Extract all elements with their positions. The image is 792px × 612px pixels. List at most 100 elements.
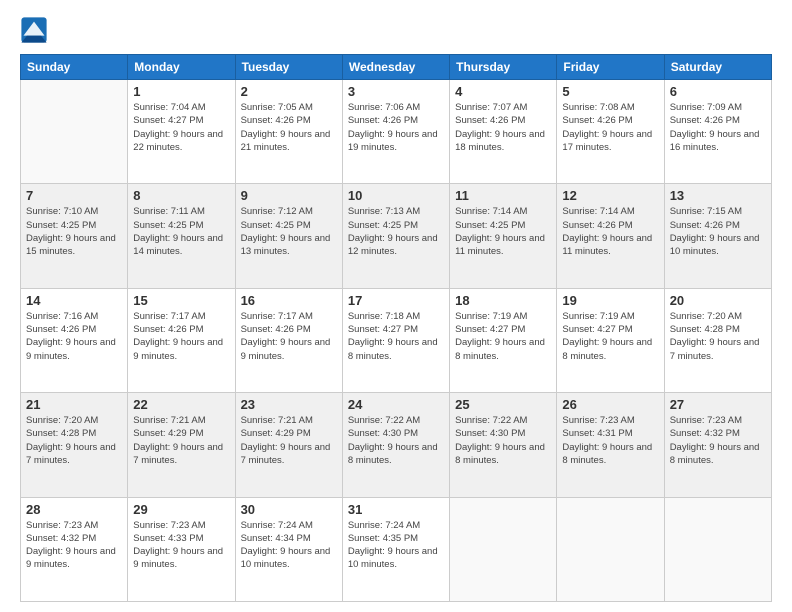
calendar-day-cell: 11Sunrise: 7:14 AMSunset: 4:25 PMDayligh… bbox=[450, 184, 557, 288]
day-info: Sunrise: 7:14 AMSunset: 4:26 PMDaylight:… bbox=[562, 205, 658, 258]
weekday-header: Thursday bbox=[450, 55, 557, 80]
day-info: Sunrise: 7:16 AMSunset: 4:26 PMDaylight:… bbox=[26, 310, 122, 363]
weekday-row: SundayMondayTuesdayWednesdayThursdayFrid… bbox=[21, 55, 772, 80]
calendar-day-cell: 25 Sunrise: 7:22 AMSunset: 4:30 PMDayligh… bbox=[450, 393, 557, 497]
day-number: 9 bbox=[241, 188, 337, 203]
calendar-day-cell: 10 Sunrise: 7:13 AMSunset: 4:25 PMDayligh… bbox=[342, 184, 449, 288]
day-info: Sunrise: 7:12 AMSunset: 4:25 PMDaylight:… bbox=[241, 205, 337, 258]
day-number: 2 bbox=[241, 84, 337, 99]
calendar-day-cell: 27 Sunrise: 7:23 AMSunset: 4:32 PMDayligh… bbox=[664, 393, 771, 497]
day-number: 5 bbox=[562, 84, 658, 99]
calendar-day-cell: 28 Sunrise: 7:23 AMSunset: 4:32 PMDayligh… bbox=[21, 497, 128, 601]
day-number: 29 bbox=[133, 502, 229, 517]
calendar-week-row: 7 Sunrise: 7:10 AMSunset: 4:25 PMDaylight… bbox=[21, 184, 772, 288]
calendar-day-cell: 15 Sunrise: 7:17 AMSunset: 4:26 PMDayligh… bbox=[128, 288, 235, 392]
day-number: 8 bbox=[133, 188, 229, 203]
calendar-day-cell: 17 Sunrise: 7:18 AMSunset: 4:27 PMDayligh… bbox=[342, 288, 449, 392]
day-info: Sunrise: 7:23 AMSunset: 4:33 PMDaylight:… bbox=[133, 519, 229, 572]
calendar-day-cell: 4 Sunrise: 7:07 AMSunset: 4:26 PMDaylight… bbox=[450, 80, 557, 184]
day-info: Sunrise: 7:05 AMSunset: 4:26 PMDaylight:… bbox=[241, 101, 337, 154]
day-info: Sunrise: 7:22 AMSunset: 4:30 PMDaylight:… bbox=[348, 414, 444, 467]
day-number: 23 bbox=[241, 397, 337, 412]
logo-icon bbox=[20, 16, 48, 44]
day-number: 28 bbox=[26, 502, 122, 517]
day-number: 24 bbox=[348, 397, 444, 412]
day-info: Sunrise: 7:23 AMSunset: 4:32 PMDaylight:… bbox=[670, 414, 766, 467]
day-number: 19 bbox=[562, 293, 658, 308]
day-info: Sunrise: 7:18 AMSunset: 4:27 PMDaylight:… bbox=[348, 310, 444, 363]
calendar-day-cell: 20Sunrise: 7:20 AMSunset: 4:28 PMDayligh… bbox=[664, 288, 771, 392]
day-info: Sunrise: 7:23 AMSunset: 4:32 PMDaylight:… bbox=[26, 519, 122, 572]
day-info: Sunrise: 7:15 AMSunset: 4:26 PMDaylight:… bbox=[670, 205, 766, 258]
weekday-header: Tuesday bbox=[235, 55, 342, 80]
calendar-day-cell: 8 Sunrise: 7:11 AMSunset: 4:25 PMDaylight… bbox=[128, 184, 235, 288]
day-number: 25 bbox=[455, 397, 551, 412]
day-info: Sunrise: 7:19 AMSunset: 4:27 PMDaylight:… bbox=[455, 310, 551, 363]
day-info: Sunrise: 7:10 AMSunset: 4:25 PMDaylight:… bbox=[26, 205, 122, 258]
calendar-day-cell: 19 Sunrise: 7:19 AMSunset: 4:27 PMDayligh… bbox=[557, 288, 664, 392]
weekday-header: Saturday bbox=[664, 55, 771, 80]
calendar-day-cell: 13Sunrise: 7:15 AMSunset: 4:26 PMDayligh… bbox=[664, 184, 771, 288]
calendar-day-cell: 5 Sunrise: 7:08 AMSunset: 4:26 PMDaylight… bbox=[557, 80, 664, 184]
weekday-header: Monday bbox=[128, 55, 235, 80]
day-info: Sunrise: 7:21 AMSunset: 4:29 PMDaylight:… bbox=[133, 414, 229, 467]
weekday-header: Friday bbox=[557, 55, 664, 80]
day-info: Sunrise: 7:22 AMSunset: 4:30 PMDaylight:… bbox=[455, 414, 551, 467]
calendar-day-cell: 3Sunrise: 7:06 AMSunset: 4:26 PMDaylight… bbox=[342, 80, 449, 184]
calendar-day-cell: 26Sunrise: 7:23 AMSunset: 4:31 PMDayligh… bbox=[557, 393, 664, 497]
calendar-table: SundayMondayTuesdayWednesdayThursdayFrid… bbox=[20, 54, 772, 602]
page: SundayMondayTuesdayWednesdayThursdayFrid… bbox=[0, 0, 792, 612]
day-info: Sunrise: 7:19 AMSunset: 4:27 PMDaylight:… bbox=[562, 310, 658, 363]
calendar-header: SundayMondayTuesdayWednesdayThursdayFrid… bbox=[21, 55, 772, 80]
day-info: Sunrise: 7:09 AMSunset: 4:26 PMDaylight:… bbox=[670, 101, 766, 154]
day-number: 26 bbox=[562, 397, 658, 412]
day-number: 4 bbox=[455, 84, 551, 99]
day-number: 6 bbox=[670, 84, 766, 99]
day-number: 18 bbox=[455, 293, 551, 308]
calendar-day-cell: 9 Sunrise: 7:12 AMSunset: 4:25 PMDaylight… bbox=[235, 184, 342, 288]
calendar-day-cell: 12 Sunrise: 7:14 AMSunset: 4:26 PMDayligh… bbox=[557, 184, 664, 288]
calendar-day-cell bbox=[557, 497, 664, 601]
calendar-week-row: 14 Sunrise: 7:16 AMSunset: 4:26 PMDayligh… bbox=[21, 288, 772, 392]
calendar-day-cell bbox=[21, 80, 128, 184]
calendar-day-cell: 16Sunrise: 7:17 AMSunset: 4:26 PMDayligh… bbox=[235, 288, 342, 392]
day-number: 14 bbox=[26, 293, 122, 308]
calendar-week-row: 1Sunrise: 7:04 AMSunset: 4:27 PMDaylight… bbox=[21, 80, 772, 184]
header bbox=[20, 16, 772, 44]
calendar-week-row: 28 Sunrise: 7:23 AMSunset: 4:32 PMDayligh… bbox=[21, 497, 772, 601]
day-number: 22 bbox=[133, 397, 229, 412]
day-info: Sunrise: 7:17 AMSunset: 4:26 PMDaylight:… bbox=[133, 310, 229, 363]
day-info: Sunrise: 7:13 AMSunset: 4:25 PMDaylight:… bbox=[348, 205, 444, 258]
calendar-day-cell: 7 Sunrise: 7:10 AMSunset: 4:25 PMDaylight… bbox=[21, 184, 128, 288]
weekday-header: Wednesday bbox=[342, 55, 449, 80]
calendar-day-cell: 2 Sunrise: 7:05 AMSunset: 4:26 PMDaylight… bbox=[235, 80, 342, 184]
day-number: 15 bbox=[133, 293, 229, 308]
day-info: Sunrise: 7:11 AMSunset: 4:25 PMDaylight:… bbox=[133, 205, 229, 258]
day-info: Sunrise: 7:14 AMSunset: 4:25 PMDaylight:… bbox=[455, 205, 551, 258]
calendar-day-cell: 14 Sunrise: 7:16 AMSunset: 4:26 PMDayligh… bbox=[21, 288, 128, 392]
day-info: Sunrise: 7:07 AMSunset: 4:26 PMDaylight:… bbox=[455, 101, 551, 154]
calendar-day-cell bbox=[664, 497, 771, 601]
day-number: 31 bbox=[348, 502, 444, 517]
calendar-day-cell: 30Sunrise: 7:24 AMSunset: 4:34 PMDayligh… bbox=[235, 497, 342, 601]
day-number: 12 bbox=[562, 188, 658, 203]
calendar-day-cell: 18 Sunrise: 7:19 AMSunset: 4:27 PMDayligh… bbox=[450, 288, 557, 392]
day-number: 1 bbox=[133, 84, 229, 99]
calendar-week-row: 21Sunrise: 7:20 AMSunset: 4:28 PMDayligh… bbox=[21, 393, 772, 497]
calendar-day-cell: 23 Sunrise: 7:21 AMSunset: 4:29 PMDayligh… bbox=[235, 393, 342, 497]
weekday-header: Sunday bbox=[21, 55, 128, 80]
logo bbox=[20, 16, 52, 44]
day-info: Sunrise: 7:20 AMSunset: 4:28 PMDaylight:… bbox=[670, 310, 766, 363]
day-info: Sunrise: 7:08 AMSunset: 4:26 PMDaylight:… bbox=[562, 101, 658, 154]
calendar-day-cell: 31Sunrise: 7:24 AMSunset: 4:35 PMDayligh… bbox=[342, 497, 449, 601]
calendar-day-cell: 1Sunrise: 7:04 AMSunset: 4:27 PMDaylight… bbox=[128, 80, 235, 184]
calendar-day-cell bbox=[450, 497, 557, 601]
day-number: 27 bbox=[670, 397, 766, 412]
day-info: Sunrise: 7:21 AMSunset: 4:29 PMDaylight:… bbox=[241, 414, 337, 467]
calendar-day-cell: 29 Sunrise: 7:23 AMSunset: 4:33 PMDayligh… bbox=[128, 497, 235, 601]
day-number: 10 bbox=[348, 188, 444, 203]
day-info: Sunrise: 7:24 AMSunset: 4:34 PMDaylight:… bbox=[241, 519, 337, 572]
day-number: 7 bbox=[26, 188, 122, 203]
day-info: Sunrise: 7:06 AMSunset: 4:26 PMDaylight:… bbox=[348, 101, 444, 154]
day-number: 17 bbox=[348, 293, 444, 308]
